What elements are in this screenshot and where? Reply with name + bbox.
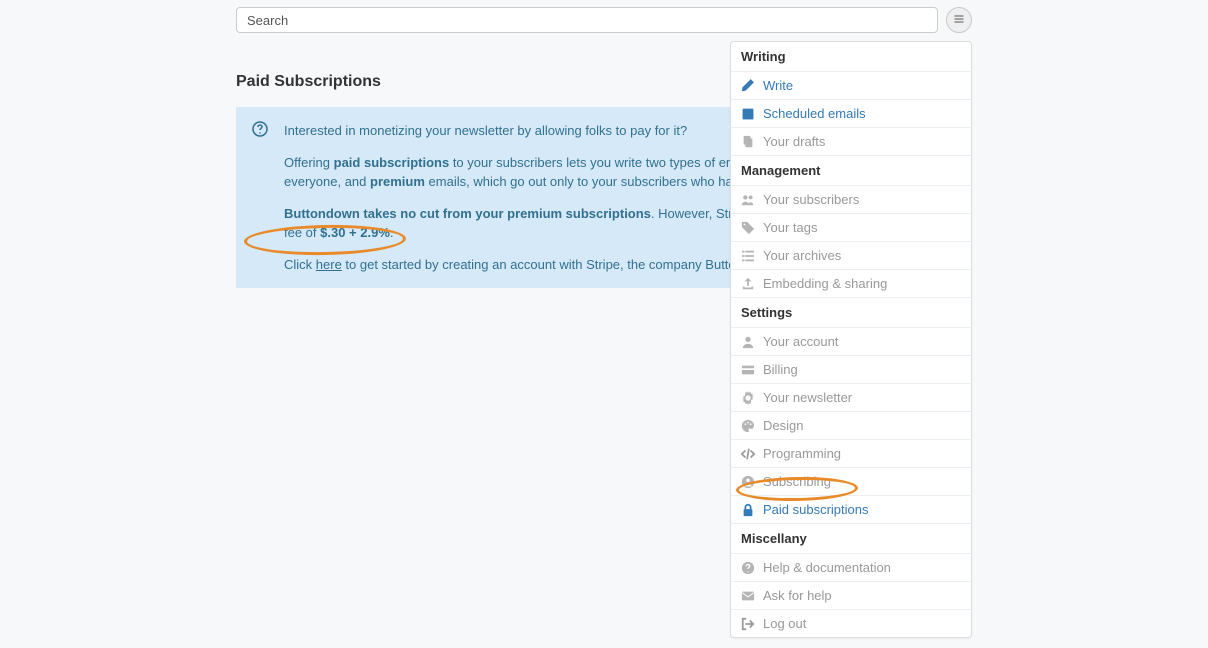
list-icon (741, 249, 755, 263)
menu-item-ask-for-help[interactable]: Ask for help (731, 582, 971, 610)
signout-icon (741, 617, 755, 631)
question-circle-icon (252, 121, 268, 137)
usercircle-icon (741, 475, 755, 489)
main-menu-dropdown: Writing Write Scheduled emails Your drafts M… (730, 41, 972, 638)
menu-item-label: Write (763, 78, 793, 93)
code-icon (741, 447, 755, 461)
menu-section-header: Management (731, 156, 971, 186)
tag-icon (741, 221, 755, 235)
menu-item-label: Design (763, 418, 803, 433)
menu-item-label: Log out (763, 616, 806, 631)
menu-item-label: Your subscribers (763, 192, 859, 207)
lock-icon (741, 503, 755, 517)
get-started-link[interactable]: here (316, 257, 342, 272)
menu-item-label: Billing (763, 362, 798, 377)
search-input[interactable] (236, 7, 938, 33)
menu-item-subscribing[interactable]: Subscribing (731, 468, 971, 496)
envelope-icon (741, 589, 755, 603)
menu-item-paid-subscriptions[interactable]: Paid subscriptions (731, 496, 971, 524)
menu-section-header: Miscellany (731, 524, 971, 554)
menu-item-label: Your newsletter (763, 390, 852, 405)
menu-item-label: Scheduled emails (763, 106, 866, 121)
menu-section-header: Settings (731, 298, 971, 328)
menu-item-programming[interactable]: Programming (731, 440, 971, 468)
menu-item-your-archives[interactable]: Your archives (731, 242, 971, 270)
menu-item-label: Help & documentation (763, 560, 891, 575)
menu-item-scheduled-emails[interactable]: Scheduled emails (731, 100, 971, 128)
menu-item-label: Your archives (763, 248, 841, 263)
menu-item-your-account[interactable]: Your account (731, 328, 971, 356)
calendar-icon (741, 107, 755, 121)
bars-icon (953, 12, 965, 28)
menu-item-label: Programming (763, 446, 841, 461)
palette-icon (741, 419, 755, 433)
share-icon (741, 277, 755, 291)
menu-item-your-drafts[interactable]: Your drafts (731, 128, 971, 156)
menu-item-help-documentation[interactable]: Help & documentation (731, 554, 971, 582)
menu-item-label: Paid subscriptions (763, 502, 869, 517)
menu-item-your-tags[interactable]: Your tags (731, 214, 971, 242)
page-title: Paid Subscriptions (236, 73, 1208, 91)
menu-item-label: Ask for help (763, 588, 832, 603)
gear-icon (741, 391, 755, 405)
menu-item-label: Subscribing (763, 474, 831, 489)
users-icon (741, 193, 755, 207)
menu-item-embedding-sharing[interactable]: Embedding & sharing (731, 270, 971, 298)
menu-item-label: Your tags (763, 220, 817, 235)
menu-item-log-out[interactable]: Log out (731, 610, 971, 637)
menu-item-label: Your drafts (763, 134, 825, 149)
menu-item-write[interactable]: Write (731, 72, 971, 100)
question-icon (741, 561, 755, 575)
menu-item-design[interactable]: Design (731, 412, 971, 440)
menu-item-billing[interactable]: Billing (731, 356, 971, 384)
menu-toggle-button[interactable] (946, 7, 972, 33)
copy-icon (741, 135, 755, 149)
menu-item-label: Your account (763, 334, 838, 349)
card-icon (741, 363, 755, 377)
menu-item-your-subscribers[interactable]: Your subscribers (731, 186, 971, 214)
menu-item-label: Embedding & sharing (763, 276, 887, 291)
menu-section-header: Writing (731, 42, 971, 72)
pencil-icon (741, 79, 755, 93)
menu-item-your-newsletter[interactable]: Your newsletter (731, 384, 971, 412)
user-icon (741, 335, 755, 349)
